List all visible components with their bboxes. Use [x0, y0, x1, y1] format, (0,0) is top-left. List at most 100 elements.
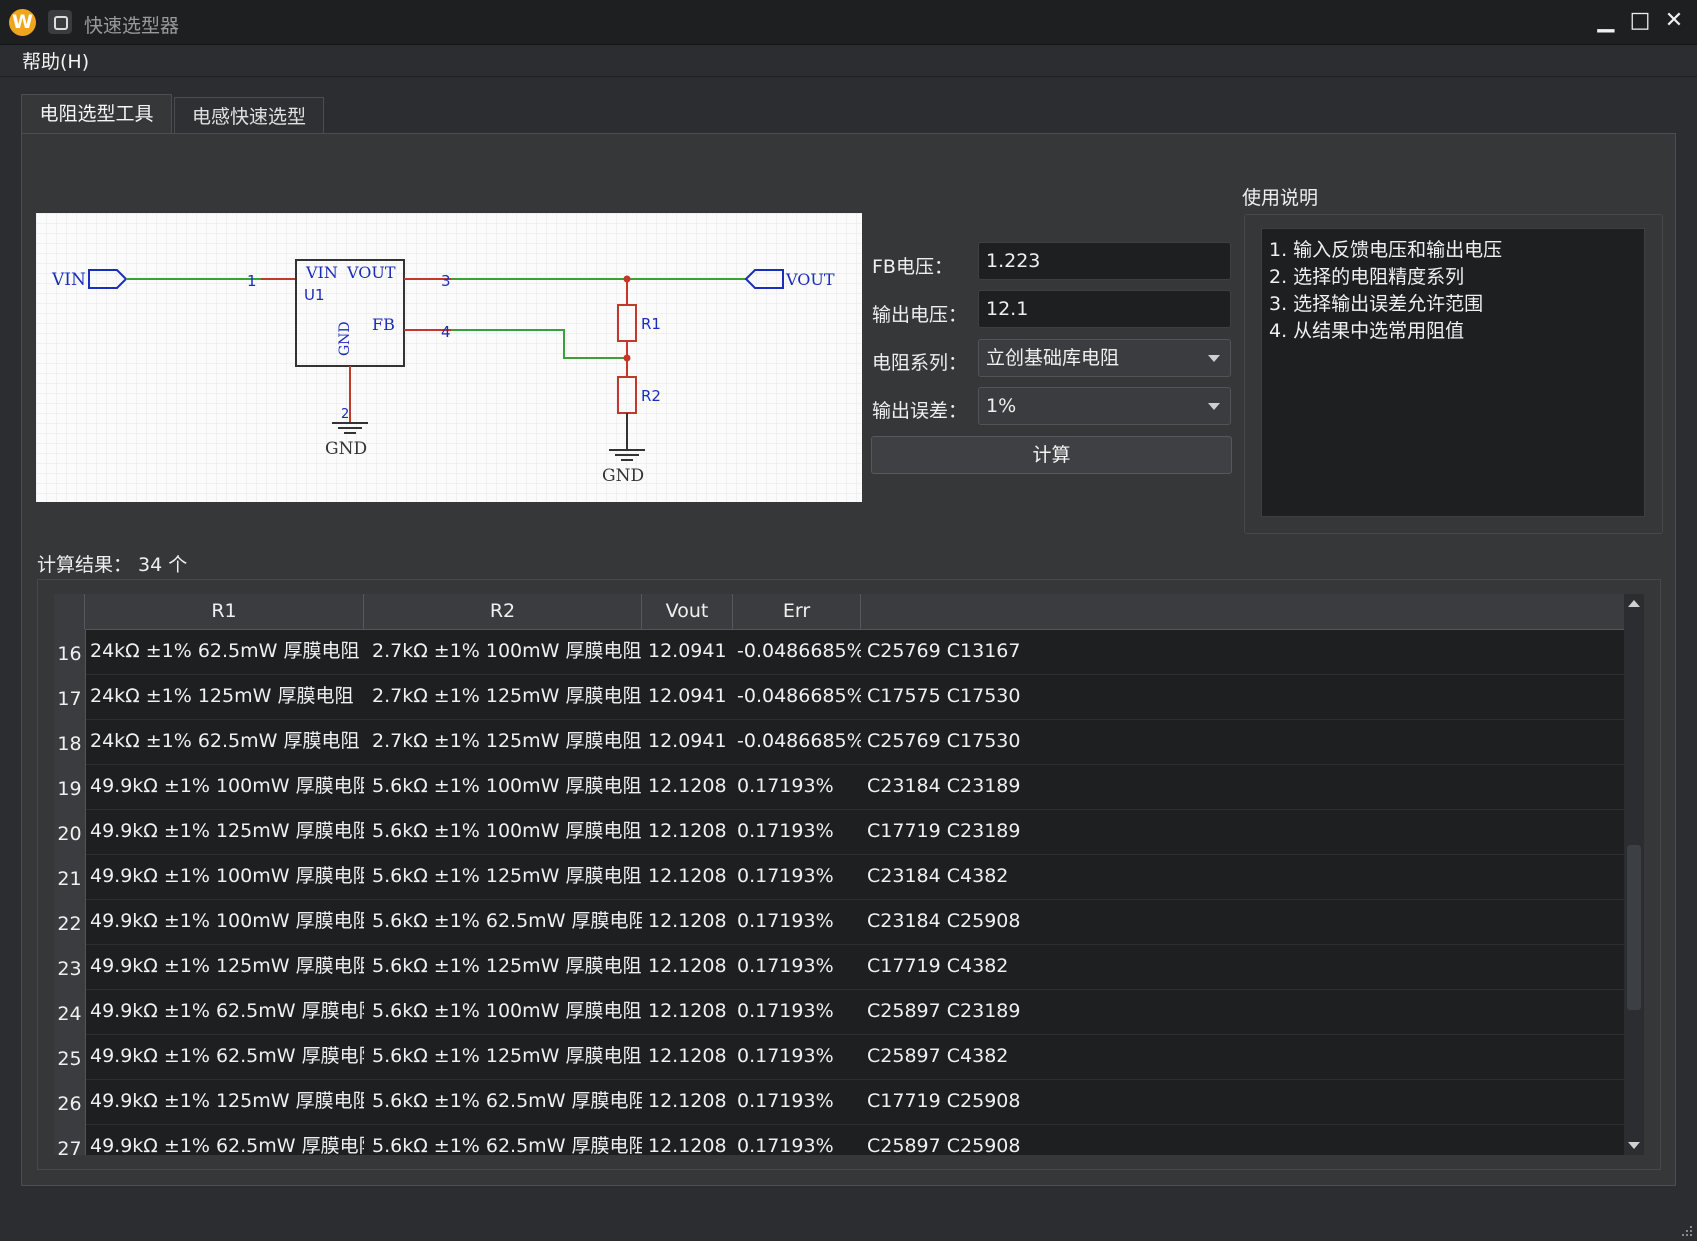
- cell-r2[interactable]: 5.6kΩ ±1% 125mW 厚膜电阻: [372, 1034, 642, 1079]
- output-error-select[interactable]: 1%: [978, 387, 1231, 425]
- cell-r2[interactable]: 2.7kΩ ±1% 100mW 厚膜电阻: [372, 629, 642, 674]
- cell-r1[interactable]: 49.9kΩ ±1% 62.5mW 厚膜电阻: [90, 989, 364, 1034]
- cell-r2[interactable]: 5.6kΩ ±1% 100mW 厚膜电阻: [372, 809, 642, 854]
- cell-codes[interactable]: C25769 C13167: [867, 629, 1607, 674]
- table-row[interactable]: 22 49.9kΩ ±1% 100mW 厚膜电阻 5.6kΩ ±1% 62.5mW …: [54, 899, 1624, 945]
- cell-r1[interactable]: 24kΩ ±1% 125mW 厚膜电阻: [90, 674, 364, 719]
- column-header-err[interactable]: Err: [733, 594, 861, 629]
- row-number[interactable]: 23: [54, 944, 86, 989]
- cell-codes[interactable]: C17719 C23189: [867, 809, 1607, 854]
- table-row[interactable]: 25 49.9kΩ ±1% 62.5mW 厚膜电阻 5.6kΩ ±1% 125mW …: [54, 1034, 1624, 1080]
- table-row[interactable]: 21 49.9kΩ ±1% 100mW 厚膜电阻 5.6kΩ ±1% 125mW 厚…: [54, 854, 1624, 900]
- cell-r1[interactable]: 49.9kΩ ±1% 125mW 厚膜电阻: [90, 1079, 364, 1124]
- instructions-text[interactable]: 1. 输入反馈电压和输出电压 2. 选择的电阻精度系列 3. 选择输出误差允许范…: [1261, 228, 1645, 517]
- row-number[interactable]: 16: [54, 629, 86, 674]
- table-row[interactable]: 19 49.9kΩ ±1% 100mW 厚膜电阻 5.6kΩ ±1% 100mW 厚…: [54, 764, 1624, 810]
- cell-vout[interactable]: 12.1208: [648, 944, 733, 989]
- table-row[interactable]: 26 49.9kΩ ±1% 125mW 厚膜电阻 5.6kΩ ±1% 62.5mW …: [54, 1079, 1624, 1125]
- column-header-r2[interactable]: R2: [364, 594, 642, 629]
- cell-vout[interactable]: 12.1208: [648, 899, 733, 944]
- row-number[interactable]: 24: [54, 989, 86, 1034]
- cell-r1[interactable]: 49.9kΩ ±1% 100mW 厚膜电阻: [90, 899, 364, 944]
- column-header-r1[interactable]: R1: [85, 594, 364, 629]
- cell-r2[interactable]: 5.6kΩ ±1% 125mW 厚膜电阻: [372, 854, 642, 899]
- row-number[interactable]: 17: [54, 674, 86, 719]
- cell-r2[interactable]: 2.7kΩ ±1% 125mW 厚膜电阻: [372, 719, 642, 764]
- row-number[interactable]: 26: [54, 1079, 86, 1124]
- cell-r1[interactable]: 49.9kΩ ±1% 125mW 厚膜电阻: [90, 944, 364, 989]
- cell-err[interactable]: 0.17193%: [737, 989, 861, 1034]
- vertical-scrollbar[interactable]: [1624, 594, 1644, 1155]
- cell-err[interactable]: 0.17193%: [737, 809, 861, 854]
- column-header-vout[interactable]: Vout: [642, 594, 733, 629]
- cell-r1[interactable]: 24kΩ ±1% 62.5mW 厚膜电阻: [90, 719, 364, 764]
- cell-vout[interactable]: 12.0941: [648, 629, 733, 674]
- cell-r2[interactable]: 5.6kΩ ±1% 100mW 厚膜电阻: [372, 764, 642, 809]
- tab-inductor-tool[interactable]: 电感快速选型: [174, 97, 324, 134]
- cell-err[interactable]: 0.17193%: [737, 1079, 861, 1124]
- cell-vout[interactable]: 12.1208: [648, 809, 733, 854]
- output-voltage-input[interactable]: 12.1: [978, 290, 1231, 328]
- cell-r2[interactable]: 5.6kΩ ±1% 100mW 厚膜电阻: [372, 989, 642, 1034]
- cell-codes[interactable]: C23184 C25908: [867, 899, 1607, 944]
- cell-r2[interactable]: 5.6kΩ ±1% 62.5mW 厚膜电阻: [372, 899, 642, 944]
- maximize-button[interactable]: □: [1625, 6, 1655, 36]
- cell-r1[interactable]: 49.9kΩ ±1% 100mW 厚膜电阻: [90, 854, 364, 899]
- table-row[interactable]: 27 49.9kΩ ±1% 62.5mW 厚膜电阻 5.6kΩ ±1% 62.5mW…: [54, 1124, 1624, 1155]
- row-number[interactable]: 22: [54, 899, 86, 944]
- table-row[interactable]: 18 24kΩ ±1% 62.5mW 厚膜电阻 2.7kΩ ±1% 125mW 厚膜…: [54, 719, 1624, 765]
- cell-r2[interactable]: 5.6kΩ ±1% 125mW 厚膜电阻: [372, 944, 642, 989]
- cell-err[interactable]: -0.0486685%: [737, 719, 861, 764]
- table-row[interactable]: 16 24kΩ ±1% 62.5mW 厚膜电阻 2.7kΩ ±1% 100mW 厚膜…: [54, 629, 1624, 675]
- scroll-down-icon[interactable]: [1628, 1142, 1640, 1149]
- cell-r1[interactable]: 49.9kΩ ±1% 100mW 厚膜电阻: [90, 764, 364, 809]
- cell-vout[interactable]: 12.1208: [648, 1124, 733, 1155]
- table-row[interactable]: 17 24kΩ ±1% 125mW 厚膜电阻 2.7kΩ ±1% 125mW 厚膜电…: [54, 674, 1624, 720]
- cell-r2[interactable]: 2.7kΩ ±1% 125mW 厚膜电阻: [372, 674, 642, 719]
- cell-r1[interactable]: 24kΩ ±1% 62.5mW 厚膜电阻: [90, 629, 364, 674]
- cell-codes[interactable]: C25897 C25908: [867, 1124, 1607, 1155]
- tab-resistor-tool[interactable]: 电阻选型工具: [21, 94, 172, 135]
- menu-help[interactable]: 帮助(H): [22, 47, 89, 74]
- row-number[interactable]: 19: [54, 764, 86, 809]
- close-button[interactable]: ✕: [1659, 6, 1689, 36]
- cell-vout[interactable]: 12.1208: [648, 989, 733, 1034]
- cell-vout[interactable]: 12.0941: [648, 719, 733, 764]
- cell-codes[interactable]: C25769 C17530: [867, 719, 1607, 764]
- row-number[interactable]: 18: [54, 719, 86, 764]
- cell-err[interactable]: 0.17193%: [737, 899, 861, 944]
- cell-codes[interactable]: C25897 C23189: [867, 989, 1607, 1034]
- cell-err[interactable]: 0.17193%: [737, 1124, 861, 1155]
- cell-codes[interactable]: C17719 C25908: [867, 1079, 1607, 1124]
- window-menu-icon[interactable]: [48, 10, 72, 34]
- cell-r2[interactable]: 5.6kΩ ±1% 62.5mW 厚膜电阻: [372, 1124, 642, 1155]
- scroll-thumb[interactable]: [1627, 845, 1641, 1010]
- minimize-button[interactable]: ▁: [1591, 6, 1621, 36]
- cell-vout[interactable]: 12.1208: [648, 764, 733, 809]
- scroll-up-icon[interactable]: [1628, 600, 1640, 607]
- table-row[interactable]: 20 49.9kΩ ±1% 125mW 厚膜电阻 5.6kΩ ±1% 100mW 厚…: [54, 809, 1624, 855]
- row-number[interactable]: 21: [54, 854, 86, 899]
- cell-vout[interactable]: 12.1208: [648, 1034, 733, 1079]
- cell-err[interactable]: 0.17193%: [737, 944, 861, 989]
- cell-vout[interactable]: 12.0941: [648, 674, 733, 719]
- cell-codes[interactable]: C25897 C4382: [867, 1034, 1607, 1079]
- cell-r2[interactable]: 5.6kΩ ±1% 62.5mW 厚膜电阻: [372, 1079, 642, 1124]
- cell-err[interactable]: -0.0486685%: [737, 629, 861, 674]
- cell-err[interactable]: 0.17193%: [737, 764, 861, 809]
- results-table[interactable]: R1 R2 Vout Err 16 24kΩ ±1% 62.5mW 厚膜电阻 2.7…: [54, 594, 1644, 1155]
- row-number[interactable]: 25: [54, 1034, 86, 1079]
- resize-grip-icon[interactable]: [1679, 1223, 1693, 1237]
- calculate-button[interactable]: 计算: [871, 436, 1232, 474]
- table-row[interactable]: 23 49.9kΩ ±1% 125mW 厚膜电阻 5.6kΩ ±1% 125mW 厚…: [54, 944, 1624, 990]
- resistor-series-select[interactable]: 立创基础库电阻: [978, 339, 1231, 377]
- cell-codes[interactable]: C17719 C4382: [867, 944, 1607, 989]
- cell-r1[interactable]: 49.9kΩ ±1% 125mW 厚膜电阻: [90, 809, 364, 854]
- cell-codes[interactable]: C23184 C23189: [867, 764, 1607, 809]
- cell-codes[interactable]: C23184 C4382: [867, 854, 1607, 899]
- row-number[interactable]: 20: [54, 809, 86, 854]
- cell-err[interactable]: 0.17193%: [737, 854, 861, 899]
- cell-r1[interactable]: 49.9kΩ ±1% 62.5mW 厚膜电阻: [90, 1124, 364, 1155]
- cell-codes[interactable]: C17575 C17530: [867, 674, 1607, 719]
- row-number[interactable]: 27: [54, 1124, 86, 1155]
